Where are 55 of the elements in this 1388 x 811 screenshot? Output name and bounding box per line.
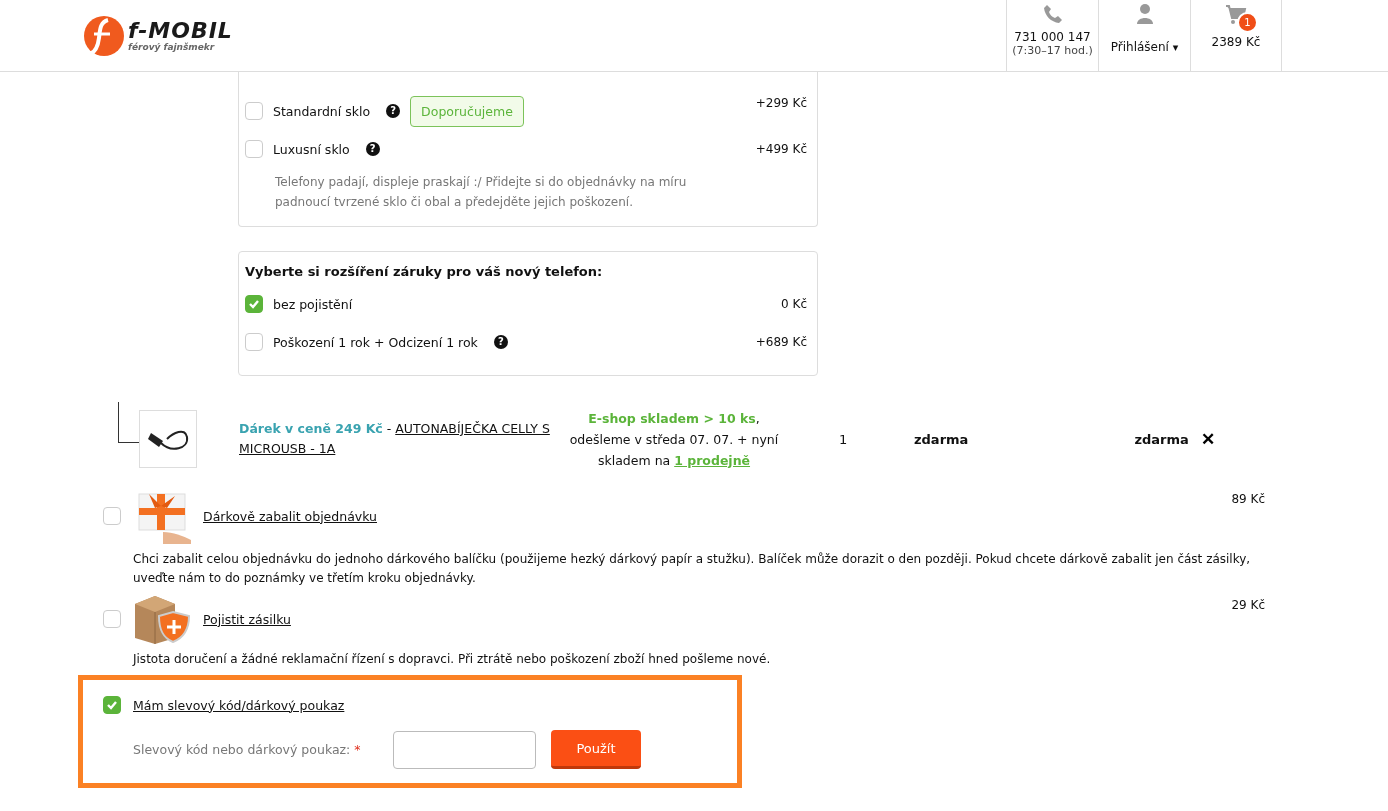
phone-icon <box>1042 4 1063 24</box>
gift-product-name: Dárek v ceně 249 Kč - AUTONABÍJEČKA CELLY S MICROUSB - 1A <box>239 420 551 458</box>
option-label: Luxusní sklo <box>273 141 350 157</box>
close-button[interactable]: ✕ <box>1200 428 1215 450</box>
option-price: +689 Kč <box>755 335 807 349</box>
coupon-field-label: Slevový kód nebo dárkový poukaz: * <box>133 742 362 757</box>
coupon-toggle-link[interactable]: Mám slevový kód/dárkový poukaz <box>133 697 345 713</box>
cart-count-badge: 1 <box>1237 12 1258 33</box>
recommended-badge: Doporučujeme <box>410 95 524 127</box>
checkbox[interactable] <box>245 102 263 120</box>
quantity: 1 <box>839 431 849 447</box>
option-price: +499 Kč <box>755 142 807 156</box>
option-label: bez pojistění <box>273 296 353 312</box>
phone-contact[interactable]: 731 000 147 (7:30–17 hod.) <box>1006 0 1098 71</box>
checkbox[interactable] <box>103 610 121 628</box>
coupon-input-field[interactable] <box>393 730 536 769</box>
stock-info: E-shop skladem > 10 ks, odešleme v středa 07. 07. + nyní skladem na 1 prodejně <box>568 409 780 470</box>
extra-description: Jistota doručení a žádné reklamační řízení s dopravci. Při ztrátě nebo poškození zboží hned pošleme nové. <box>133 651 772 668</box>
option-price: +299 Kč <box>755 96 807 110</box>
extra-description: Chci zabalit celou objednávku do jednoho dárkového balíčku (použijeme hezký dárkový papír a stužku). Balíček může dorazit o den později. Pokud chcete dárkově zabalit jen část zásilky, uveďte nám to do poznámky ve třetím kroku objednávky. <box>133 551 1252 587</box>
phone-number: 731 000 147 <box>1014 30 1091 44</box>
checkbox[interactable] <box>245 333 263 351</box>
logo[interactable]: f-MOBIL férový fajnšmekr <box>82 0 233 71</box>
glass-note: Telefony padají, displeje praskají :/ Přidejte si do objednávky na míru padnoucí tvrzené sklo či obal a předejděte jejich poškození. <box>275 174 688 211</box>
extra-service-link[interactable]: Pojistit zásilku <box>203 611 291 627</box>
checkbox[interactable] <box>103 507 121 525</box>
option-label: Poškození 1 rok + Odcizení 1 rok <box>273 334 478 350</box>
checkbox[interactable] <box>245 295 263 313</box>
car-charger-image <box>139 410 197 468</box>
logo-name: f-MOBIL <box>128 19 233 42</box>
logo-tagline: férový fajnšmekr <box>128 41 216 52</box>
extra-price: 29 Kč <box>1231 598 1265 612</box>
phone-hours: (7:30–17 hod.) <box>1012 44 1093 57</box>
extra-price: 89 Kč <box>1231 492 1265 506</box>
check-icon <box>248 298 260 310</box>
parcel-shield-icon <box>133 594 191 644</box>
cart-link[interactable]: 1 2389 Kč <box>1190 0 1282 71</box>
help-icon[interactable]: ? <box>493 335 508 349</box>
user-icon <box>1136 4 1153 24</box>
checkbox[interactable] <box>245 140 263 158</box>
option-label: Standardní sklo <box>273 103 371 119</box>
help-icon[interactable]: ? <box>365 142 380 156</box>
login-label: Přihlášení ▾ <box>1110 40 1179 54</box>
extra-service-link[interactable]: Dárkově zabalit objednávku <box>203 508 377 524</box>
checkbox[interactable] <box>103 696 121 714</box>
help-icon[interactable]: ? <box>386 104 401 118</box>
logo-icon <box>82 13 126 58</box>
unit-price: zdarma <box>914 431 969 447</box>
option-price: 0 Kč <box>781 297 807 311</box>
check-icon <box>106 699 118 711</box>
cart-total: 2389 Kč <box>1211 35 1261 49</box>
warranty-title: Vyberte si rozšíření záruky pro váš nový telefon: <box>245 264 604 279</box>
total-price: zdarma <box>1134 431 1189 447</box>
login-menu[interactable]: Přihlášení ▾ <box>1098 0 1190 71</box>
tree-connector-line <box>118 402 139 443</box>
